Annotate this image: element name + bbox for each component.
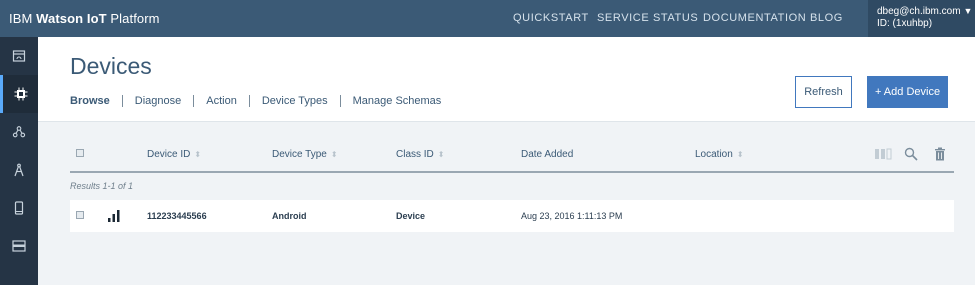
column-label: Device ID [147,149,191,160]
sidebar-item-dashboard[interactable] [0,37,38,75]
sidebar-item-rules[interactable] [0,151,38,189]
column-device-id[interactable]: Device ID ⬍ [147,149,201,160]
tab-divider [339,95,341,107]
row-checkbox[interactable] [76,211,84,219]
chevron-down-icon: ▼ [963,6,973,16]
column-location[interactable]: Location ⬍ [695,149,744,160]
page-header: Devices Browse Diagnose Action Device Ty… [38,37,975,122]
column-label: Device Type [272,149,327,160]
nav-service-status[interactable]: SERVICE STATUS [597,12,698,24]
column-class-id[interactable]: Class ID ⬍ [396,149,445,160]
dashboard-icon [12,50,26,62]
page-title: Devices [70,53,152,79]
sort-icon: ⬍ [194,150,202,159]
sidebar [0,37,38,285]
signal-strength-icon [108,210,120,222]
tab-browse[interactable]: Browse [70,95,110,107]
table-header: Device ID ⬍ Device Type ⬍ Class ID ⬍ Date A… [70,140,954,173]
tab-divider [121,95,123,107]
refresh-button[interactable]: Refresh [795,76,852,108]
brand-logo[interactable]: IBM Watson IoT Platform [9,11,160,26]
sidebar-item-devices[interactable] [0,75,38,113]
columns-icon[interactable] [874,147,892,161]
brand-prefix: IBM [9,11,37,26]
column-label: Date Added [521,149,574,160]
column-label: Class ID [396,149,434,160]
results-count: Results 1-1 of 1 [70,181,134,191]
brand-suffix: Platform [106,11,160,26]
sidebar-item-members[interactable] [0,113,38,151]
sort-icon: ⬍ [437,150,445,159]
user-email: dbeg@ch.ibm.com [877,6,961,17]
sidebar-item-apps[interactable] [0,189,38,227]
tab-diagnose[interactable]: Diagnose [135,95,181,107]
compass-icon [14,163,24,177]
sort-icon: ⬍ [736,150,744,159]
tab-device-types[interactable]: Device Types [262,95,328,107]
trash-icon[interactable] [934,147,946,161]
nav-documentation[interactable]: DOCUMENTATION [703,12,806,24]
usage-icon [12,240,26,252]
search-icon[interactable] [904,147,918,161]
mobile-icon [14,201,24,215]
table-row[interactable]: 112233445566 Android Device Aug 23, 2016… [70,200,954,232]
nav-quickstart[interactable]: QUICKSTART [513,12,589,24]
column-label: Location [695,149,733,160]
tab-divider [248,95,250,107]
tab-manage-schemas[interactable]: Manage Schemas [353,95,442,107]
members-icon [12,126,26,138]
cell-class-id: Device [396,211,426,221]
column-device-type[interactable]: Device Type ⬍ [272,149,338,160]
sidebar-item-usage[interactable] [0,227,38,265]
cell-date-added: Aug 23, 2016 1:11:13 PM [521,211,623,221]
sub-navigation: Browse Diagnose Action Device Types Mana… [70,95,441,107]
column-date-added[interactable]: Date Added [521,149,573,160]
nav-blog[interactable]: BLOG [810,12,843,24]
sort-icon: ⬍ [330,150,338,159]
top-bar: IBM Watson IoT Platform QUICKSTART SERVI… [0,0,975,37]
tab-action[interactable]: Action [206,95,237,107]
brand-bold: Watson IoT [36,11,107,26]
user-id: ID: (1xuhbp) [877,18,933,29]
cell-device-id: 112233445566 [147,211,207,221]
user-menu[interactable]: dbeg@ch.ibm.com ▼ ID: (1xuhbp) [868,0,975,37]
add-device-button[interactable]: + Add Device [867,76,948,108]
cell-device-type: Android [272,211,307,221]
tab-divider [193,95,195,107]
select-all-checkbox[interactable] [76,149,84,157]
chip-icon [14,87,27,101]
